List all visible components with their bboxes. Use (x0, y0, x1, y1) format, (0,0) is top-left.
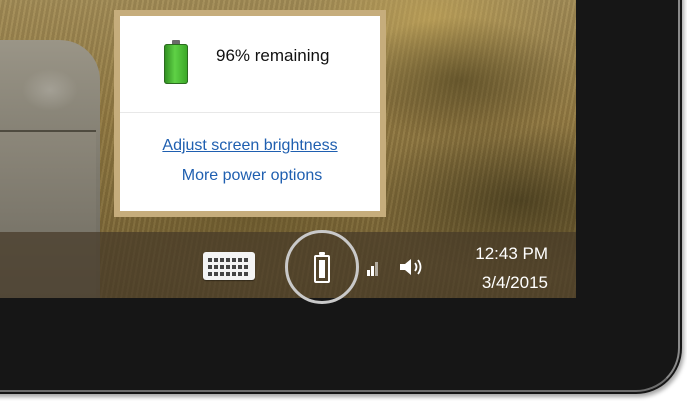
battery-level-icon (164, 40, 188, 84)
battery-tray-button[interactable] (285, 230, 365, 310)
keyboard-icon-keys (208, 258, 250, 276)
device-stage: 96% remaining Adjust screen brightness M… (0, 0, 687, 401)
taskbar-clock[interactable]: 12:43 PM 3/4/2015 (440, 240, 570, 296)
volume-icon (400, 259, 422, 275)
battery-flyout-panel: 96% remaining Adjust screen brightness M… (120, 16, 380, 211)
battery-icon-fill (319, 260, 325, 278)
signal-bar-2 (371, 266, 374, 276)
battery-remaining-text: 96% remaining (216, 46, 330, 65)
volume-button[interactable] (398, 256, 428, 278)
battery-level-icon-body (164, 44, 188, 84)
touch-keyboard-button[interactable] (203, 250, 257, 282)
more-power-options-link[interactable]: More power options (122, 167, 382, 185)
battery-status-section: 96% remaining (120, 16, 380, 112)
keyboard-icon (203, 252, 255, 280)
adjust-screen-brightness-link[interactable]: Adjust screen brightness (120, 137, 380, 155)
network-signal-icon[interactable] (367, 258, 381, 276)
clock-time: 12:43 PM (475, 244, 548, 263)
signal-bar-1 (367, 270, 370, 276)
battery-flyout: 96% remaining Adjust screen brightness M… (114, 10, 386, 217)
battery-links-section: Adjust screen brightness More power opti… (120, 113, 380, 211)
clock-date: 3/4/2015 (481, 273, 548, 292)
signal-bar-3 (375, 262, 378, 276)
battery-icon (314, 255, 330, 283)
